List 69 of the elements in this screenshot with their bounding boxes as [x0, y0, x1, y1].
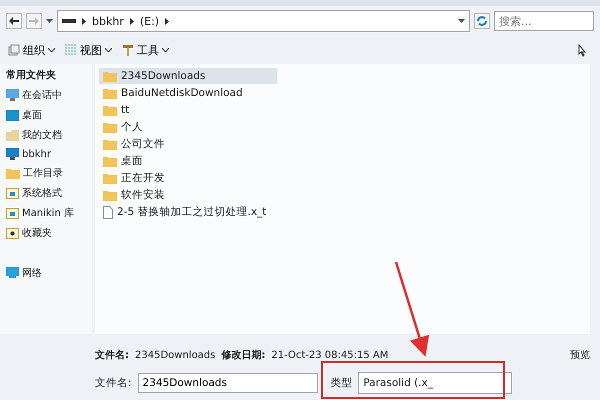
file-item[interactable]: 桌面 [99, 153, 277, 169]
chevron-down-icon [105, 48, 112, 52]
drive-icon [62, 19, 76, 23]
filename-label: 文件名: [95, 376, 132, 390]
file-item[interactable]: 个人 [99, 119, 277, 135]
preview-toggle[interactable]: 预览 [570, 348, 590, 362]
sidebar-item[interactable]: 桌面 [6, 108, 92, 122]
boxes-icon [8, 44, 20, 56]
caret-icon[interactable] [458, 19, 465, 23]
sidebar-heading: 常用文件夹 [6, 68, 57, 82]
address-bar[interactable]: bbkhr (E:) [57, 10, 470, 32]
file-item[interactable]: BaiduNetdiskDownload [99, 85, 277, 101]
refresh-button[interactable] [474, 13, 490, 29]
chevron-down-icon [162, 48, 169, 52]
type-label: 类型 [330, 376, 352, 390]
library-icon [6, 207, 19, 219]
sidebar-item[interactable]: 收藏夹 [6, 226, 92, 240]
folder-icon [103, 70, 117, 82]
chevron-down-icon [48, 48, 55, 52]
folder-icon [103, 156, 117, 166]
caret-icon[interactable] [46, 19, 53, 23]
grid-view-icon [65, 44, 77, 56]
network-icon [6, 267, 19, 279]
date-label: 修改日期: [221, 348, 266, 362]
folder-icon [103, 138, 117, 150]
chevron-icon [130, 18, 134, 24]
sidebar-item[interactable]: 我的文档 [6, 128, 92, 142]
back-arrow-icon [9, 17, 19, 25]
date-value: 21-Oct-23 08:45:15 AM [271, 350, 388, 360]
favorites-icon [6, 227, 19, 239]
sidebar-item[interactable]: bbkhr [6, 148, 92, 160]
file-item[interactable]: 正在开发 [99, 170, 277, 186]
sidebar-item[interactable]: Manikin 库 [6, 206, 92, 220]
chevron-icon [82, 18, 86, 24]
file-item[interactable]: 2-5 替换轴加工之过切处理.x_t [99, 204, 277, 220]
folder-icon [103, 122, 117, 132]
toolbar-menu[interactable]: 工具 [122, 42, 169, 58]
filename-value: 2345Downloads [135, 350, 216, 360]
folder-icon [103, 88, 117, 98]
file-item[interactable]: tt [99, 102, 277, 118]
file-type-dropdown[interactable]: Parasolid (.x_ [358, 372, 512, 394]
library-icon [6, 187, 19, 199]
hammer-icon [122, 44, 134, 56]
folder-icon [103, 104, 117, 116]
folder-icon [6, 168, 20, 178]
filename-field[interactable]: 2345Downloads [138, 373, 318, 393]
file-item[interactable]: 2345Downloads [99, 68, 277, 84]
documents-icon [6, 129, 19, 141]
filename-label: 文件名: [95, 348, 129, 362]
file-item[interactable]: 软件安装 [99, 187, 277, 203]
computer-icon [6, 148, 19, 160]
folder-icon [103, 172, 117, 184]
back-button[interactable] [6, 13, 22, 29]
desktop-icon [6, 110, 19, 120]
sidebar-item[interactable]: 在会话中 [6, 88, 92, 102]
toolbar-menu[interactable]: 组织 [8, 42, 55, 58]
path-segment[interactable]: (E:) [140, 14, 160, 28]
path-segment[interactable]: bbkhr [92, 14, 124, 28]
forward-arrow-icon [29, 17, 39, 25]
search-field[interactable]: 搜索... [494, 11, 594, 31]
chevron-icon [165, 18, 170, 24]
document-icon [103, 206, 113, 218]
monitor-icon [6, 89, 19, 101]
sidebar-item[interactable]: 工作目录 [6, 166, 92, 180]
file-item[interactable]: 公司文件 [99, 136, 277, 152]
toolbar-menu[interactable]: 视图 [65, 42, 112, 58]
folder-icon [103, 190, 117, 200]
sidebar-item[interactable]: 系统格式 [6, 186, 92, 200]
sidebar-item[interactable]: 网络 [6, 266, 92, 280]
